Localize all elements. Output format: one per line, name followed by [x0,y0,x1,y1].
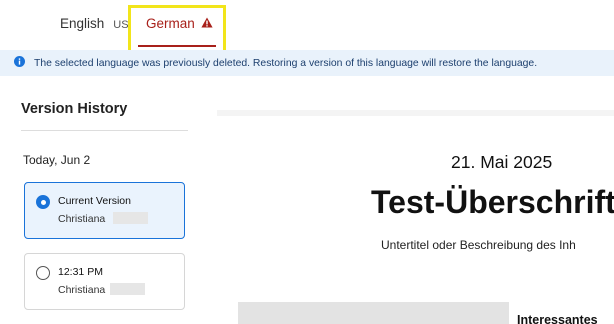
radio-unselected[interactable] [36,266,50,280]
preview-date: 21. Mai 2025 [451,152,553,172]
document-preview: 21. Mai 2025 Test-Überschrift Untertitel… [217,110,614,324]
info-banner: The selected language was previously del… [0,50,614,76]
tab-english-region: US [113,19,129,31]
redacted-name [113,212,148,224]
version-title: 12:31 PM [58,266,103,278]
version-title: Current Version [58,195,131,207]
radio-selected[interactable] [36,195,50,209]
tab-english-label: English [60,16,105,31]
preview-image-placeholder [238,302,509,324]
language-tab-bar: English US German [0,0,614,57]
info-icon [14,54,25,72]
tab-english[interactable]: English US [60,16,129,31]
version-author: Christiana [58,284,106,296]
redacted-name [110,283,145,295]
version-card-1231[interactable]: 12:31 PM Christiana [24,253,185,310]
preview-subtitle: Untertitel oder Beschreibung des Inh [381,238,576,252]
version-card-current[interactable]: Current Version Christiana [24,182,185,239]
date-group-header: Today, Jun 2 [23,153,91,167]
preview-side-heading: Interessantes [517,313,598,324]
sidebar-divider [21,130,188,131]
version-history-title: Version History [21,101,128,117]
preview-heading: Test-Überschrift [371,184,614,220]
banner-message: The selected language was previously del… [34,57,538,69]
version-author: Christiana [58,213,106,225]
